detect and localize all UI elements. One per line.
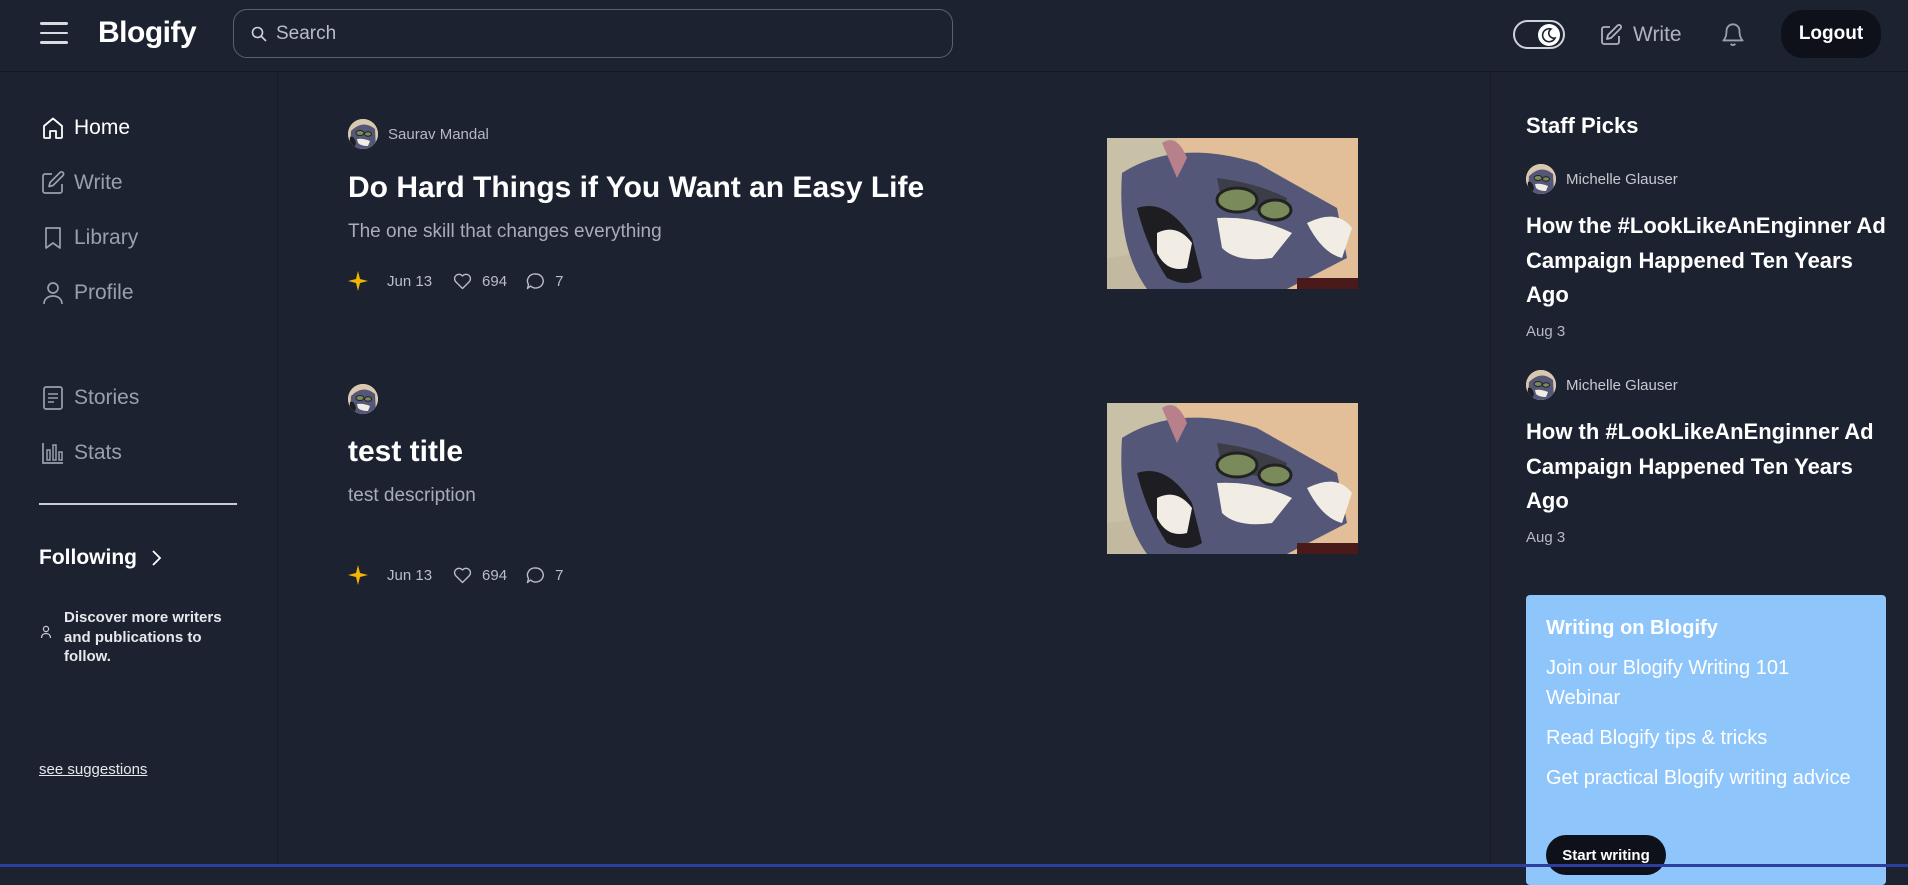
comment-icon[interactable] bbox=[526, 272, 545, 290]
sidebar-item-library[interactable]: Library bbox=[40, 222, 138, 254]
discover-text: Discover more writers and publications t… bbox=[64, 609, 222, 665]
comment-count: 7 bbox=[555, 272, 564, 290]
top-bar: Blogify Write Logout bbox=[0, 0, 1908, 72]
document-icon bbox=[43, 386, 63, 410]
sidebar-item-label: Write bbox=[74, 171, 123, 194]
person-icon bbox=[40, 625, 52, 639]
sidebar-item-stats[interactable]: Stats bbox=[40, 437, 122, 469]
heart-icon[interactable] bbox=[453, 567, 472, 584]
post-date: Jun 13 bbox=[387, 566, 433, 584]
pick-date: Aug 3 bbox=[1526, 528, 1566, 546]
sidebar-item-stories[interactable]: Stories bbox=[40, 382, 139, 414]
right-sidebar: Staff Picks Michelle Glauser How the #Lo… bbox=[1490, 73, 1908, 885]
like-count: 694 bbox=[482, 566, 508, 584]
writing-box-link[interactable]: Read Blogify tips & tricks bbox=[1546, 723, 1866, 753]
edit-icon bbox=[42, 171, 65, 194]
heart-icon[interactable] bbox=[453, 273, 472, 290]
chevron-right-icon bbox=[152, 550, 162, 566]
author-name[interactable]: Michelle Glauser bbox=[1566, 377, 1678, 394]
post-feed: Saurav Mandal Do Hard Things if You Want… bbox=[279, 73, 1489, 867]
comment-count: 7 bbox=[555, 566, 564, 584]
menu-icon[interactable] bbox=[40, 22, 68, 46]
edit-icon bbox=[1601, 24, 1622, 45]
post-description: test description bbox=[348, 485, 476, 506]
write-label: Write bbox=[1633, 23, 1682, 46]
comment-icon[interactable] bbox=[526, 566, 545, 584]
post-meta: Jun 13 694 7 bbox=[348, 269, 563, 293]
search-bar[interactable] bbox=[233, 9, 953, 58]
sidebar-item-write[interactable]: Write bbox=[40, 167, 123, 199]
pick-author: Michelle Glauser bbox=[1526, 369, 1886, 401]
post-card: Saurav Mandal Do Hard Things if You Want… bbox=[348, 118, 1358, 318]
post-meta: Jun 13 694 7 bbox=[348, 563, 563, 587]
author-name[interactable]: Michelle Glauser bbox=[1566, 171, 1678, 188]
pick-author: Michelle Glauser bbox=[1526, 163, 1886, 195]
post-thumbnail[interactable] bbox=[1107, 138, 1358, 289]
like-count: 694 bbox=[482, 272, 508, 290]
following-label: Following bbox=[39, 546, 137, 569]
sparkle-icon bbox=[348, 565, 368, 585]
post-title[interactable]: test title bbox=[348, 435, 463, 469]
writing-box-link[interactable]: Get practical Blogify writing advice bbox=[1546, 763, 1866, 793]
author-name[interactable]: Saurav Mandal bbox=[388, 126, 489, 143]
search-icon bbox=[251, 26, 267, 42]
sidebar-item-label: Profile bbox=[74, 281, 134, 304]
sidebar-item-label: Stories bbox=[74, 386, 140, 409]
avatar[interactable] bbox=[1526, 370, 1556, 400]
writing-box-heading: Writing on Blogify bbox=[1546, 617, 1718, 639]
user-icon bbox=[43, 282, 63, 305]
pick-title[interactable]: How the #LookLikeAnEnginner Ad Campaign … bbox=[1526, 209, 1886, 313]
writing-promo-box: Writing on Blogify Join our Blogify Writ… bbox=[1526, 595, 1886, 885]
post-description: The one skill that changes everything bbox=[348, 221, 662, 242]
staff-pick-item: Michelle Glauser How the #LookLikeAnEngi… bbox=[1526, 163, 1886, 340]
brand-logo[interactable]: Blogify bbox=[98, 16, 197, 50]
avatar[interactable] bbox=[1526, 164, 1556, 194]
sidebar-item-profile[interactable]: Profile bbox=[40, 277, 134, 309]
logout-button[interactable]: Logout bbox=[1781, 10, 1881, 58]
sidebar-item-label: Library bbox=[74, 226, 139, 249]
bar-chart-icon bbox=[42, 443, 63, 464]
writing-box-link[interactable]: Join our Blogify Writing 101 Webinar bbox=[1546, 653, 1866, 713]
avatar[interactable] bbox=[348, 119, 378, 149]
pick-date: Aug 3 bbox=[1526, 322, 1566, 340]
bell-icon[interactable] bbox=[1720, 20, 1746, 48]
sidebar-divider bbox=[39, 503, 237, 505]
left-sidebar: Home Write Library Profile Stories Stats… bbox=[0, 73, 278, 867]
moon-icon bbox=[1541, 27, 1557, 43]
search-input[interactable] bbox=[276, 20, 936, 48]
start-writing-button[interactable]: Start writing bbox=[1546, 835, 1666, 875]
staff-picks-title: Staff Picks bbox=[1526, 113, 1639, 138]
following-link[interactable]: Following bbox=[39, 546, 163, 570]
see-suggestions-link[interactable]: see suggestions bbox=[39, 761, 147, 778]
staff-pick-item: Michelle Glauser How th #LookLikeAnEngin… bbox=[1526, 369, 1886, 546]
avatar[interactable] bbox=[348, 384, 378, 414]
post-title[interactable]: Do Hard Things if You Want an Easy Life bbox=[348, 171, 924, 205]
theme-toggle[interactable] bbox=[1513, 20, 1565, 49]
post-thumbnail[interactable] bbox=[1107, 403, 1358, 554]
post-card: test title test description Jun 13 694 7 bbox=[348, 383, 1358, 613]
sidebar-item-label: Stats bbox=[74, 441, 122, 464]
sparkle-icon bbox=[348, 271, 368, 291]
sidebar-item-label: Home bbox=[74, 116, 131, 139]
sidebar-item-home[interactable]: Home bbox=[40, 112, 130, 144]
post-date: Jun 13 bbox=[387, 272, 433, 290]
home-icon bbox=[43, 117, 63, 139]
pick-title[interactable]: How th #LookLikeAnEnginner Ad Campaign H… bbox=[1526, 415, 1886, 519]
write-button[interactable]: Write bbox=[1599, 20, 1682, 50]
bookmark-icon bbox=[45, 227, 61, 249]
